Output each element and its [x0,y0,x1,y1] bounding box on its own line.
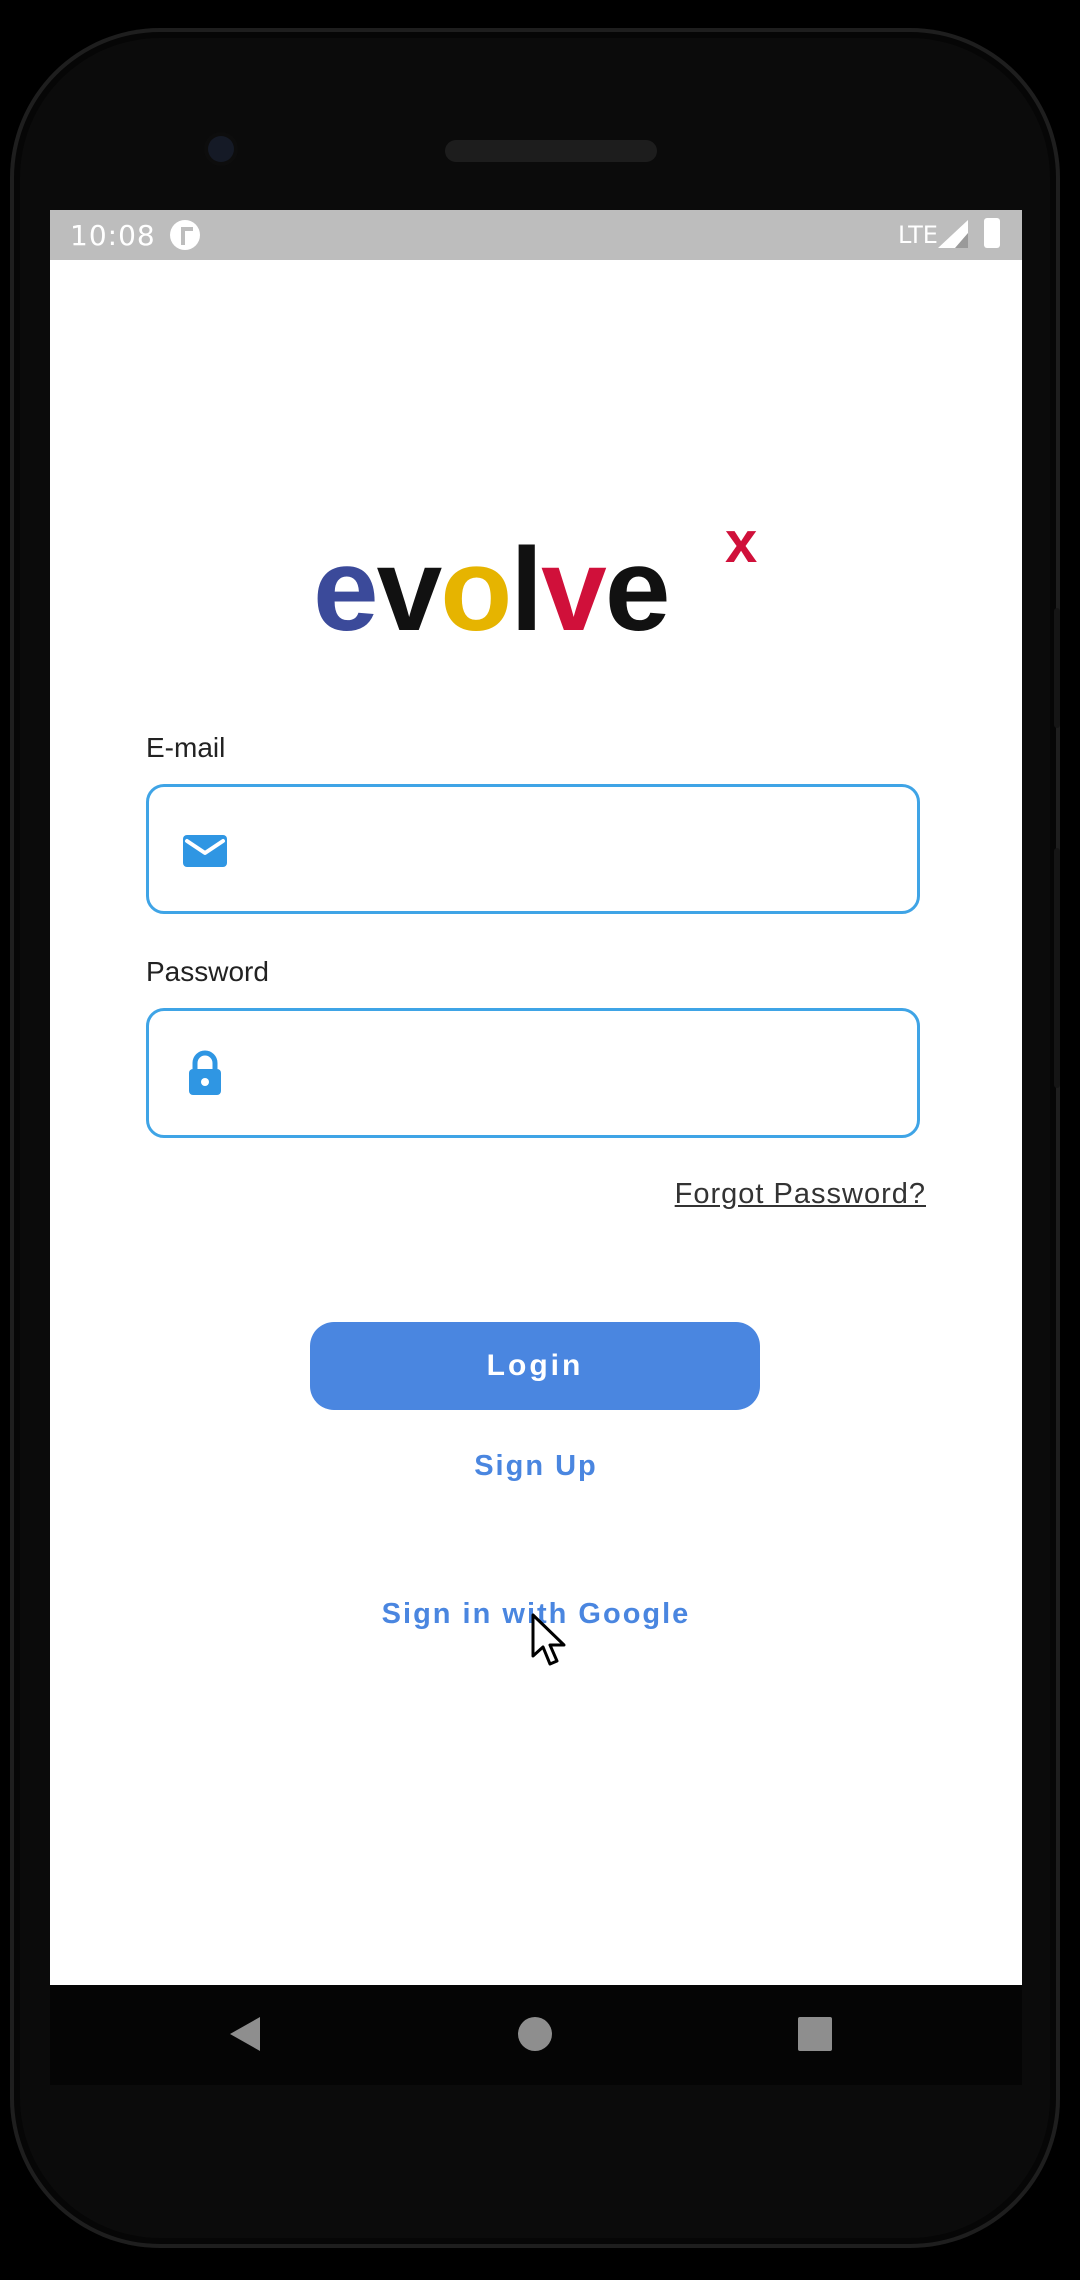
logo-letter-o: o [440,524,510,656]
logo-wordmark: evolve x [313,510,757,656]
logo-letter-e: e [313,524,377,656]
evolvex-logo: evolve x [313,510,813,670]
signal-icon [938,220,968,248]
app-screen: 10:08 LTE evolve x E-mail Password Forgo… [50,210,1022,1985]
sign-up-link[interactable]: Sign Up [50,1450,1022,1483]
password-input[interactable] [269,1041,893,1107]
email-field[interactable] [146,784,920,914]
password-label: Password [146,956,269,987]
power-button [1054,608,1060,728]
svg-text:evolve: evolve [313,524,668,656]
earpiece-speaker [445,140,657,162]
forgot-password-link[interactable]: Forgot Password? [675,1178,926,1211]
back-triangle-icon[interactable] [230,2017,260,2051]
system-nav-bar [50,1985,1022,2085]
mouse-cursor-icon [531,1613,566,1666]
logo-letter-l: l [510,524,541,656]
login-button[interactable]: Login [310,1322,760,1410]
home-circle-icon[interactable] [518,2017,552,2051]
front-camera [208,136,234,162]
status-bar: 10:08 LTE [50,210,1022,260]
email-input[interactable] [269,817,893,883]
logo-letter-v: v [377,524,443,656]
lock-icon [189,1050,221,1095]
logo-letter-e2: e [605,524,669,656]
volume-button [1054,848,1060,1088]
logo-superscript-x: x [725,510,757,575]
status-time: 10:08 [70,219,156,252]
battery-icon [984,218,1000,248]
recents-square-icon[interactable] [798,2017,832,2051]
password-field[interactable] [146,1008,920,1138]
network-type: LTE [898,221,938,249]
notification-app-icon [170,220,200,250]
email-label: E-mail [146,732,226,763]
mail-icon [183,835,227,867]
logo-letter-v2: v [541,524,607,656]
